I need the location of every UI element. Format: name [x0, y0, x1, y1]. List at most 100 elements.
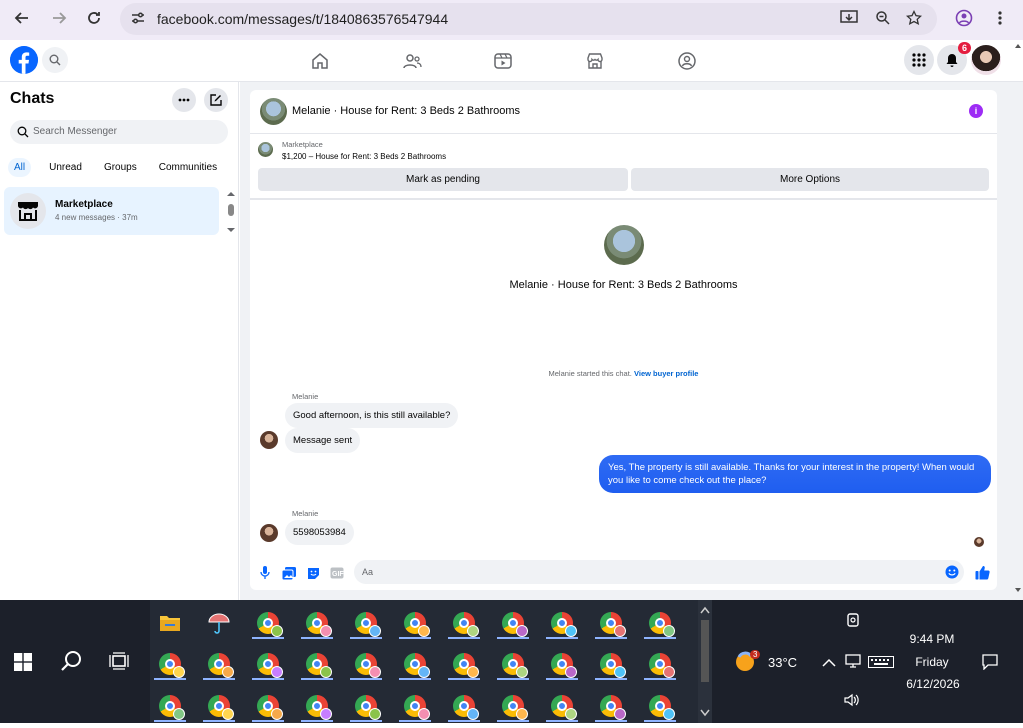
incoming-message[interactable]: Message sent	[285, 428, 361, 453]
chrome-profile-icon[interactable]	[250, 690, 286, 722]
info-icon[interactable]: i	[969, 104, 983, 118]
account-avatar[interactable]	[971, 45, 1001, 75]
zoom-icon[interactable]	[875, 10, 891, 30]
melanie-avatar[interactable]	[260, 524, 278, 542]
incoming-message[interactable]: Good afternoon, is this still available?	[285, 403, 459, 428]
home-icon[interactable]	[309, 50, 331, 72]
taskbar-scrollbar[interactable]	[698, 600, 712, 723]
chrome-profile-icon[interactable]	[495, 690, 531, 722]
install-app-icon[interactable]	[840, 10, 858, 30]
outgoing-message[interactable]: Yes, The property is still available. Th…	[599, 455, 991, 493]
filter-groups[interactable]: Groups	[98, 158, 143, 177]
windows-start-icon[interactable]	[14, 653, 32, 676]
browser-menu-icon[interactable]	[988, 6, 1012, 30]
chrome-profile-icon[interactable]	[299, 690, 335, 722]
chrome-profile-icon[interactable]	[495, 648, 531, 680]
task-view-icon[interactable]	[109, 652, 129, 675]
friends-icon[interactable]	[401, 50, 423, 72]
chrome-profile-icon[interactable]	[593, 648, 629, 680]
chrome-profile-icon[interactable]	[348, 607, 384, 639]
view-buyer-profile-link[interactable]: View buyer profile	[634, 369, 698, 378]
chrome-profile-icon[interactable]	[397, 690, 433, 722]
notifications-center-icon[interactable]	[982, 654, 998, 675]
more-options-button[interactable]: More Options	[631, 168, 989, 191]
facebook-search-icon[interactable]	[42, 47, 68, 73]
volume-icon[interactable]	[844, 693, 860, 712]
chrome-profile-icon[interactable]	[446, 648, 482, 680]
site-settings-icon[interactable]	[130, 10, 146, 30]
chrome-profile-icon[interactable]	[593, 607, 629, 639]
facebook-logo-icon[interactable]	[10, 46, 38, 74]
thumbs-up-icon[interactable]	[974, 564, 990, 580]
chrome-profile-icon[interactable]	[299, 607, 335, 639]
reload-icon[interactable]	[82, 6, 106, 30]
photo-icon[interactable]	[282, 566, 296, 580]
groups-icon[interactable]	[676, 50, 698, 72]
forward-icon[interactable]	[47, 6, 71, 30]
incoming-message[interactable]: 5598053984	[285, 520, 354, 545]
listing-title[interactable]: $1,200 – House for Rent: 3 Beds 2 Bathro…	[282, 152, 446, 161]
bookmark-star-icon[interactable]	[905, 9, 923, 30]
marketplace-icon[interactable]	[584, 50, 606, 72]
emoji-icon[interactable]	[945, 565, 959, 579]
chrome-profile-icon[interactable]	[544, 648, 580, 680]
message-input[interactable]: Aa	[354, 560, 964, 584]
clock-day[interactable]: Friday	[902, 655, 962, 669]
chrome-profile-icon[interactable]	[397, 607, 433, 639]
chrome-profile-icon[interactable]	[544, 607, 580, 639]
notifications-bell-icon[interactable]: 6	[937, 42, 971, 75]
chrome-profile-icon[interactable]	[642, 648, 678, 680]
chrome-profile-icon[interactable]	[446, 607, 482, 639]
chrome-profile-icon[interactable]	[348, 690, 384, 722]
back-icon[interactable]	[10, 6, 34, 30]
chats-options-button[interactable]	[172, 88, 196, 112]
file-explorer-icon[interactable]	[152, 607, 188, 639]
messenger-search-input[interactable]: Search Messenger	[10, 120, 228, 144]
keyboard-icon[interactable]	[868, 655, 894, 673]
chrome-profile-icon[interactable]	[201, 648, 237, 680]
chrome-profile-icon[interactable]	[348, 648, 384, 680]
chrome-profile-icon[interactable]	[642, 690, 678, 722]
meet-now-icon[interactable]	[846, 612, 860, 633]
chat-header-title[interactable]: Melanie · House for Rent: 3 Beds 2 Bathr…	[292, 105, 520, 117]
app-umbrella-icon[interactable]	[201, 607, 237, 639]
new-message-icon[interactable]	[204, 88, 228, 112]
chrome-profile-icon[interactable]	[642, 607, 678, 639]
microphone-icon[interactable]	[258, 566, 272, 580]
chrome-profile-icon[interactable]	[299, 648, 335, 680]
temperature[interactable]: 33°C	[768, 655, 797, 670]
url-text[interactable]: facebook.com/messages/t/1840863576547944	[157, 11, 448, 27]
gif-icon[interactable]: GIF	[330, 566, 344, 580]
profile-icon[interactable]	[952, 6, 976, 30]
sticker-icon[interactable]	[306, 566, 320, 580]
chrome-profile-icon[interactable]	[152, 648, 188, 680]
chrome-profile-icon[interactable]	[250, 607, 286, 639]
clock-time[interactable]: 9:44 PM	[902, 632, 962, 646]
weather-icon[interactable]: 3	[734, 648, 761, 674]
filter-communities[interactable]: Communities	[153, 158, 223, 177]
taskbar-search-icon[interactable]	[60, 650, 82, 677]
chrome-profile-icon[interactable]	[495, 607, 531, 639]
chrome-profile-icon[interactable]	[593, 690, 629, 722]
network-icon[interactable]	[845, 654, 861, 673]
show-hidden-icons-icon[interactable]	[822, 655, 836, 673]
mark-as-pending-button[interactable]: Mark as pending	[258, 168, 628, 191]
listing-thumbnail[interactable]	[260, 98, 287, 125]
chrome-profile-icon[interactable]	[446, 690, 482, 722]
conversation-marketplace[interactable]: Marketplace 4 new messages · 37m	[4, 187, 219, 235]
clock-date[interactable]: 6/12/2026	[898, 677, 968, 691]
chrome-profile-icon[interactable]	[250, 648, 286, 680]
browser-toolbar: facebook.com/messages/t/1840863576547944	[0, 0, 1023, 40]
page-scrollbar[interactable]	[1013, 40, 1023, 600]
melanie-avatar[interactable]	[260, 431, 278, 449]
sidebar-scrollbar[interactable]	[226, 192, 236, 232]
chrome-profile-icon[interactable]	[201, 690, 237, 722]
menu-grid-icon[interactable]	[904, 45, 934, 75]
chrome-profile-icon[interactable]	[397, 648, 433, 680]
video-icon[interactable]	[492, 50, 514, 72]
chrome-profile-icon[interactable]	[544, 690, 580, 722]
chrome-profile-icon[interactable]	[152, 690, 188, 722]
filter-all[interactable]: All	[8, 158, 32, 177]
address-bar[interactable]: facebook.com/messages/t/1840863576547944	[120, 3, 937, 35]
filter-unread[interactable]: Unread	[43, 158, 88, 177]
